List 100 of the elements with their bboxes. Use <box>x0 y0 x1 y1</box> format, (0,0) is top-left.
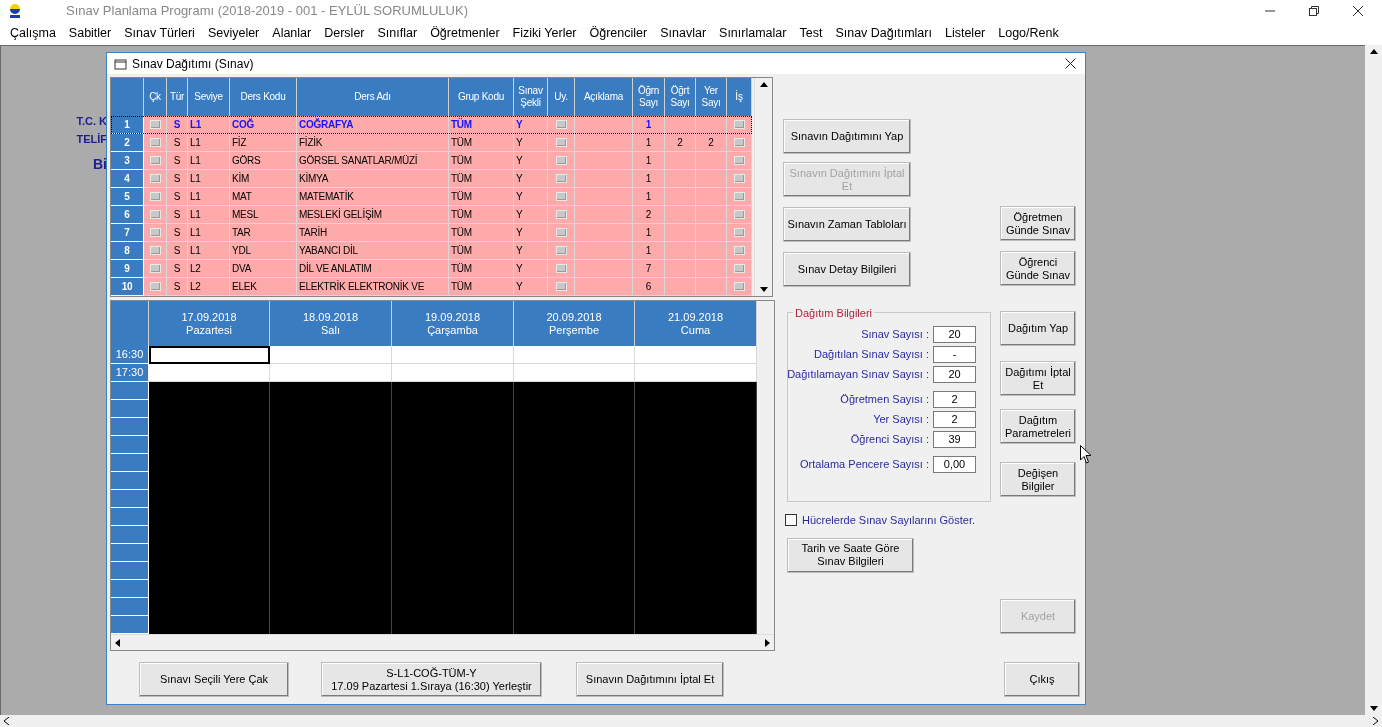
button[interactable]: Değişen Bilgiler <box>1000 462 1076 497</box>
button[interactable]: Sınavın Zaman Tabloları <box>783 207 911 242</box>
menu-item[interactable]: Sınav Türleri <box>124 24 195 43</box>
schedule-cell[interactable] <box>149 346 270 364</box>
window-title: Sınav Planlama Programı (2018-2019 - 001 - EYLÜL SORUMLULUK) <box>66 2 468 21</box>
day-name: Cuma <box>680 323 711 337</box>
menu-item[interactable]: Öğrenciler <box>589 24 648 43</box>
mouse-cursor-icon <box>1080 445 1092 464</box>
field-label: Yer Sayısı : <box>873 412 929 428</box>
table-cell: ELEKTRİK ELEKTRONİK VE <box>297 278 449 296</box>
scroll-up-icon[interactable] <box>1369 49 1378 54</box>
day-date: 17.09.2018 <box>181 310 237 324</box>
scrollbar[interactable] <box>1365 45 1382 715</box>
day-name: Salı <box>321 323 340 337</box>
table-cell: 6 <box>633 278 665 296</box>
value-field: 2 <box>933 391 976 408</box>
menu-item[interactable]: Alanlar <box>272 24 312 43</box>
row-header <box>111 472 149 490</box>
scroll-right-icon[interactable] <box>1373 717 1378 725</box>
table-cell: S <box>167 278 188 296</box>
day-date: 20.09.2018 <box>546 310 602 324</box>
row-number: 2 <box>111 134 144 152</box>
menu-item[interactable]: Fiziki Yerler <box>512 24 577 43</box>
row-number: 5 <box>111 188 144 206</box>
menu-item[interactable]: Öğretmenler <box>430 24 500 43</box>
scroll-down-icon[interactable] <box>759 287 768 292</box>
row-number: 8 <box>111 242 144 260</box>
app-logo-icon <box>8 3 22 19</box>
menu-item[interactable]: Seviyeler <box>207 24 260 43</box>
row-header <box>111 436 149 454</box>
button[interactable]: Tarih ve Saate Göre Sınav Bilgileri <box>787 537 914 573</box>
time-label: 16:30 <box>111 346 149 364</box>
button[interactable]: S-L1-COĞ-TÜM-Y 17.09 Pazartesi 1.Sıraya (16:30) Yerleştir <box>321 662 542 697</box>
day-date: 18.09.2018 <box>302 310 359 324</box>
field-label: Öğrenci Sayısı : <box>850 432 929 448</box>
value-field: - <box>933 346 976 363</box>
background-text: TELİF <box>76 132 107 147</box>
menu-item[interactable]: Listeler <box>944 24 986 43</box>
row-header <box>111 400 149 418</box>
button[interactable]: Dağıtımı İptal Et <box>1000 361 1076 396</box>
day-name: Perşembe <box>548 323 600 337</box>
day-name: Pazartesi <box>186 323 232 337</box>
table-cell: L2 <box>188 278 230 296</box>
row-number: 4 <box>111 170 144 188</box>
dialog-title: Sınav Dağıtımı (Sınav) <box>132 55 254 73</box>
day-name: Çarşamba <box>427 323 478 337</box>
button[interactable]: Sınavın Dağıtımını Yap <box>783 119 911 154</box>
row-header <box>111 562 149 580</box>
scroll-up-icon[interactable] <box>759 82 768 87</box>
value-field: 20 <box>933 326 976 343</box>
button[interactable]: Dağıtım Yap <box>1000 311 1076 346</box>
day-date: 19.09.2018 <box>424 310 481 324</box>
menu-item[interactable]: Sınırlamalar <box>719 24 787 43</box>
menu-item[interactable]: Sınıflar <box>377 24 418 43</box>
menu-item[interactable]: Dersler <box>324 24 365 43</box>
close-icon[interactable] <box>1352 5 1364 17</box>
restore-icon[interactable] <box>1308 5 1320 17</box>
background-text: Bi <box>93 155 107 174</box>
row-header <box>111 580 149 598</box>
button[interactable]: Çıkış <box>1004 662 1080 697</box>
close-icon[interactable] <box>1065 58 1076 69</box>
row-header <box>111 454 149 472</box>
table-cell: TÜM <box>449 278 514 296</box>
time-label: 17:30 <box>111 364 149 382</box>
scrollbar[interactable] <box>111 634 774 650</box>
value-field: 0,00 <box>933 456 976 473</box>
scrollbar[interactable] <box>0 715 1382 727</box>
row-number: 10 <box>111 278 144 296</box>
row-header <box>111 544 149 562</box>
scroll-left-icon[interactable] <box>4 717 9 725</box>
field-label: Ortalama Pencere Sayısı : <box>800 457 929 473</box>
menu-item[interactable]: Sınavlar <box>660 24 707 43</box>
field-label: Öğretmen Sayısı : <box>840 392 929 408</box>
menu-item[interactable]: Sabitler <box>68 24 112 43</box>
button[interactable]: Dağıtım Parametreleri <box>1000 409 1076 444</box>
table-cell: Y <box>514 278 548 296</box>
scroll-down-icon[interactable] <box>1369 706 1378 711</box>
row-header <box>111 598 149 616</box>
day-date: 21.09.2018 <box>667 310 724 324</box>
menu-item[interactable]: Logo/Renk <box>998 24 1059 43</box>
row-number: 6 <box>111 206 144 224</box>
button[interactable]: Öğrenci Günde Sınav <box>1000 251 1076 286</box>
checkbox-label: Hücrelerde Sınav Sayılarını Göster. <box>802 513 976 528</box>
scroll-left-icon[interactable] <box>115 638 120 647</box>
button[interactable]: Öğretmen Günde Sınav <box>1000 206 1076 241</box>
row-header <box>111 508 149 526</box>
menu-item[interactable]: Çalışma <box>10 24 56 43</box>
button[interactable]: Sınavı Seçili Yere Çak <box>139 662 289 697</box>
value-field: 20 <box>933 366 976 383</box>
menu-item[interactable]: Sınav Dağıtımları <box>835 24 932 43</box>
scroll-right-icon[interactable] <box>765 638 770 647</box>
row-number: 1 <box>111 116 144 134</box>
checkbox[interactable] <box>785 514 797 527</box>
row-header <box>111 616 149 634</box>
background-text: T.C. K <box>76 114 107 129</box>
button[interactable]: Sınavın Dağıtımını İptal Et <box>576 662 724 697</box>
button[interactable]: Sınav Detay Bilgileri <box>783 252 911 287</box>
row-header <box>111 382 149 400</box>
menu-item[interactable]: Test <box>799 24 823 43</box>
value-field: 39 <box>933 431 976 448</box>
